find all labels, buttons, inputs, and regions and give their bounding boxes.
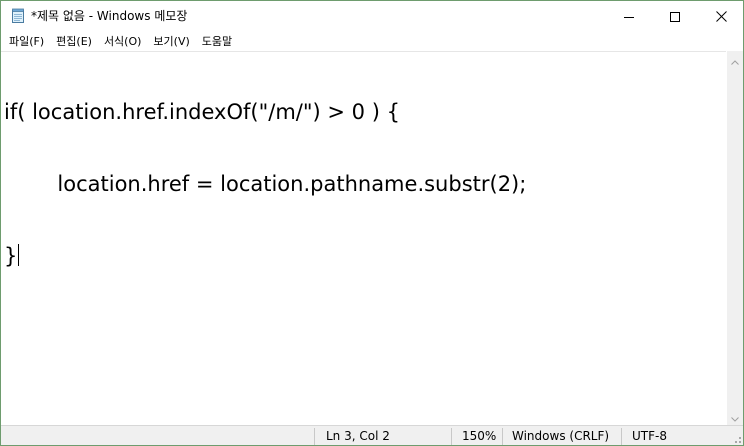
status-divider — [621, 428, 622, 445]
status-divider — [451, 428, 452, 445]
editor-line-2: location.href = location.pathname.substr… — [4, 172, 527, 196]
status-cursor-position: Ln 3, Col 2 — [326, 429, 390, 443]
scroll-down-arrow-icon — [731, 407, 739, 426]
scroll-down-button[interactable] — [727, 408, 743, 425]
status-divider — [314, 428, 315, 445]
scroll-up-button[interactable] — [727, 51, 743, 68]
menu-view[interactable]: 보기(V) — [147, 32, 195, 51]
scrollbar-track[interactable] — [727, 68, 743, 408]
text-caret — [18, 244, 20, 266]
status-line-ending: Windows (CRLF) — [512, 429, 610, 443]
status-zoom: 150% — [462, 429, 497, 443]
text-editor[interactable]: if( location.href.indexOf("/m/") > 0 ) {… — [1, 51, 726, 425]
maximize-icon — [670, 11, 680, 22]
window-title: *제목 없음 - Windows 메모장 — [31, 9, 188, 23]
close-icon — [715, 11, 727, 22]
status-encoding: UTF-8 — [632, 429, 667, 443]
editor-line-3-text: } — [4, 244, 18, 268]
vertical-scrollbar[interactable] — [727, 51, 743, 425]
menu-file[interactable]: 파일(F) — [3, 32, 50, 51]
editor-content[interactable]: if( location.href.indexOf("/m/") > 0 ) {… — [4, 52, 526, 316]
notepad-icon[interactable] — [10, 8, 26, 24]
menu-edit[interactable]: 편집(E) — [50, 32, 98, 51]
minimize-button[interactable] — [606, 1, 652, 32]
title-bar[interactable]: *제목 없음 - Windows 메모장 — [1, 1, 743, 32]
menu-bar: 파일(F) 편집(E) 서식(O) 보기(V) 도움말 — [1, 32, 743, 51]
minimize-icon — [624, 12, 634, 22]
menu-help[interactable]: 도움말 — [196, 32, 238, 51]
status-divider — [502, 428, 503, 445]
notepad-window: *제목 없음 - Windows 메모장 파일(F) 편집(E) 서식(O) 보… — [0, 0, 744, 446]
close-button[interactable] — [698, 1, 743, 32]
status-bar: Ln 3, Col 2 150% Windows (CRLF) UTF-8 — [1, 425, 743, 445]
resize-grip-icon[interactable] — [730, 433, 742, 445]
editor-line-1: if( location.href.indexOf("/m/") > 0 ) { — [4, 100, 400, 124]
scroll-up-arrow-icon — [731, 50, 739, 69]
maximize-button[interactable] — [652, 1, 698, 32]
editor-line-3: } — [4, 244, 526, 268]
menu-format[interactable]: 서식(O) — [98, 32, 147, 51]
